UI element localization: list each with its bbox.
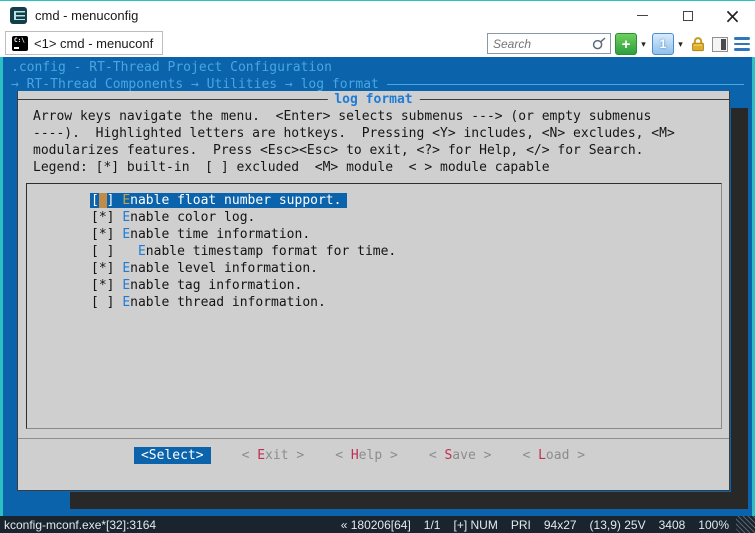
- lock-icon: [689, 35, 707, 53]
- dialog-shadow: [70, 492, 748, 509]
- menu-item[interactable]: [*] Enable level information.: [91, 260, 721, 277]
- console-list-dropdown[interactable]: ▾: [674, 39, 687, 50]
- menu-item[interactable]: [*] Enable color log.: [91, 209, 721, 226]
- plus-icon: +: [622, 36, 631, 53]
- status-item: 3408: [659, 518, 686, 532]
- resize-grip[interactable]: [736, 516, 755, 533]
- help-line: ----). Highlighted letters are hotkeys. …: [33, 125, 675, 142]
- console-number-icon: 1: [660, 35, 667, 53]
- save-button[interactable]: < Save >: [429, 447, 492, 464]
- process-label: kconfig-mconf.exe*[32]:3164: [4, 518, 156, 532]
- close-button[interactable]: ×: [710, 1, 755, 30]
- main-menu-button[interactable]: [731, 33, 753, 55]
- minimize-button[interactable]: [620, 1, 665, 30]
- dialog-shadow: [731, 108, 748, 509]
- search-box: [487, 33, 611, 54]
- maximize-icon: [683, 11, 693, 21]
- tab-bar: <1> cmd - menuconf + ▾ 1 ▾: [0, 30, 755, 57]
- tab-cmd-menuconf[interactable]: <1> cmd - menuconf: [5, 31, 163, 55]
- hotkey-letter: H: [351, 448, 359, 463]
- maximize-button[interactable]: [665, 1, 710, 30]
- view-toggle-button[interactable]: [709, 33, 731, 55]
- menu-item[interactable]: [ ] Enable thread information.: [91, 294, 721, 311]
- window-frame-left: [0, 57, 3, 516]
- cmd-icon: [12, 36, 28, 51]
- minimize-icon: [637, 15, 648, 16]
- dialog-help-text: Arrow keys navigate the menu. <Enter> se…: [33, 108, 675, 176]
- hotkey-letter: E: [257, 448, 265, 463]
- status-items: « 180206[64] 1/1 [+] NUM PRI 94x27 (13,9) 25V…: [341, 518, 729, 532]
- dialog-title: log format: [327, 91, 419, 108]
- conemu-window: cmd - menuconfig × <1> cmd - menuconf + …: [0, 0, 755, 533]
- hotkey-letter: E: [122, 210, 130, 225]
- status-item: (13,9) 25V: [590, 518, 646, 532]
- hotkey-letter: L: [538, 448, 546, 463]
- search-icon[interactable]: [592, 36, 607, 51]
- hotkey-letter: S: [444, 448, 452, 463]
- help-line: Arrow keys navigate the menu. <Enter> se…: [33, 108, 675, 125]
- help-line: Legend: [*] built-in [ ] excluded <M> mo…: [33, 159, 675, 176]
- dialog-buttons: <Select> < Exit > < Help > < Save > < Load >: [4, 447, 715, 464]
- status-item: 94x27: [544, 518, 577, 532]
- hotkey-letter: E: [122, 278, 130, 293]
- backtitle: .config - RT-Thread Project Configuratio…: [11, 59, 332, 76]
- cursor-block: [99, 193, 107, 208]
- menu-item[interactable]: [ ] Enable timestamp format for time.: [91, 243, 721, 260]
- status-item: PRI: [511, 518, 531, 532]
- panel-icon: [712, 37, 728, 52]
- log-format-dialog: log format Arrow keys navigate the menu.…: [17, 91, 730, 491]
- status-item: 1/1: [424, 518, 441, 532]
- title-bar: cmd - menuconfig ×: [0, 0, 755, 30]
- menu-item[interactable]: [*] Enable tag information.: [91, 277, 721, 294]
- console-number-button[interactable]: 1: [652, 33, 674, 55]
- menu-item[interactable]: [ ] Enable float number support.: [91, 192, 721, 209]
- new-console-button[interactable]: +: [615, 33, 637, 55]
- hamburger-icon: [734, 37, 750, 51]
- status-item: [+] NUM: [453, 518, 497, 532]
- hotkey-letter: E: [122, 295, 130, 310]
- lock-button[interactable]: [687, 33, 709, 55]
- tab-label: <1> cmd - menuconf: [34, 36, 153, 51]
- breadcrumb-rule: [387, 84, 744, 85]
- search-input[interactable]: [488, 34, 592, 53]
- select-button[interactable]: <Select>: [134, 447, 211, 464]
- window-title: cmd - menuconfig: [35, 8, 138, 23]
- hotkey-letter: E: [122, 261, 130, 276]
- buttons-separator: [18, 438, 729, 439]
- menu-item[interactable]: [*] Enable time information.: [91, 226, 721, 243]
- exit-button[interactable]: < Exit >: [242, 447, 305, 464]
- status-item: « 180206[64]: [341, 518, 411, 532]
- help-button[interactable]: < Help >: [335, 447, 398, 464]
- toolbar: + ▾ 1 ▾: [615, 33, 753, 55]
- status-item: 100%: [698, 518, 729, 532]
- hotkey-letter: E: [122, 193, 130, 208]
- conemu-app-icon: [10, 7, 27, 24]
- load-button[interactable]: < Load >: [522, 447, 585, 464]
- close-icon: ×: [724, 6, 741, 26]
- hotkey-letter: E: [138, 244, 146, 259]
- menu-list: [ ] Enable float number support.[*] Enab…: [26, 183, 722, 429]
- help-line: modularizes features. Press <Esc><Esc> t…: [33, 142, 675, 159]
- new-console-dropdown[interactable]: ▾: [637, 39, 650, 50]
- hotkey-letter: E: [122, 227, 130, 242]
- status-bar: kconfig-mconf.exe*[32]:3164 « 180206[64]…: [0, 516, 755, 533]
